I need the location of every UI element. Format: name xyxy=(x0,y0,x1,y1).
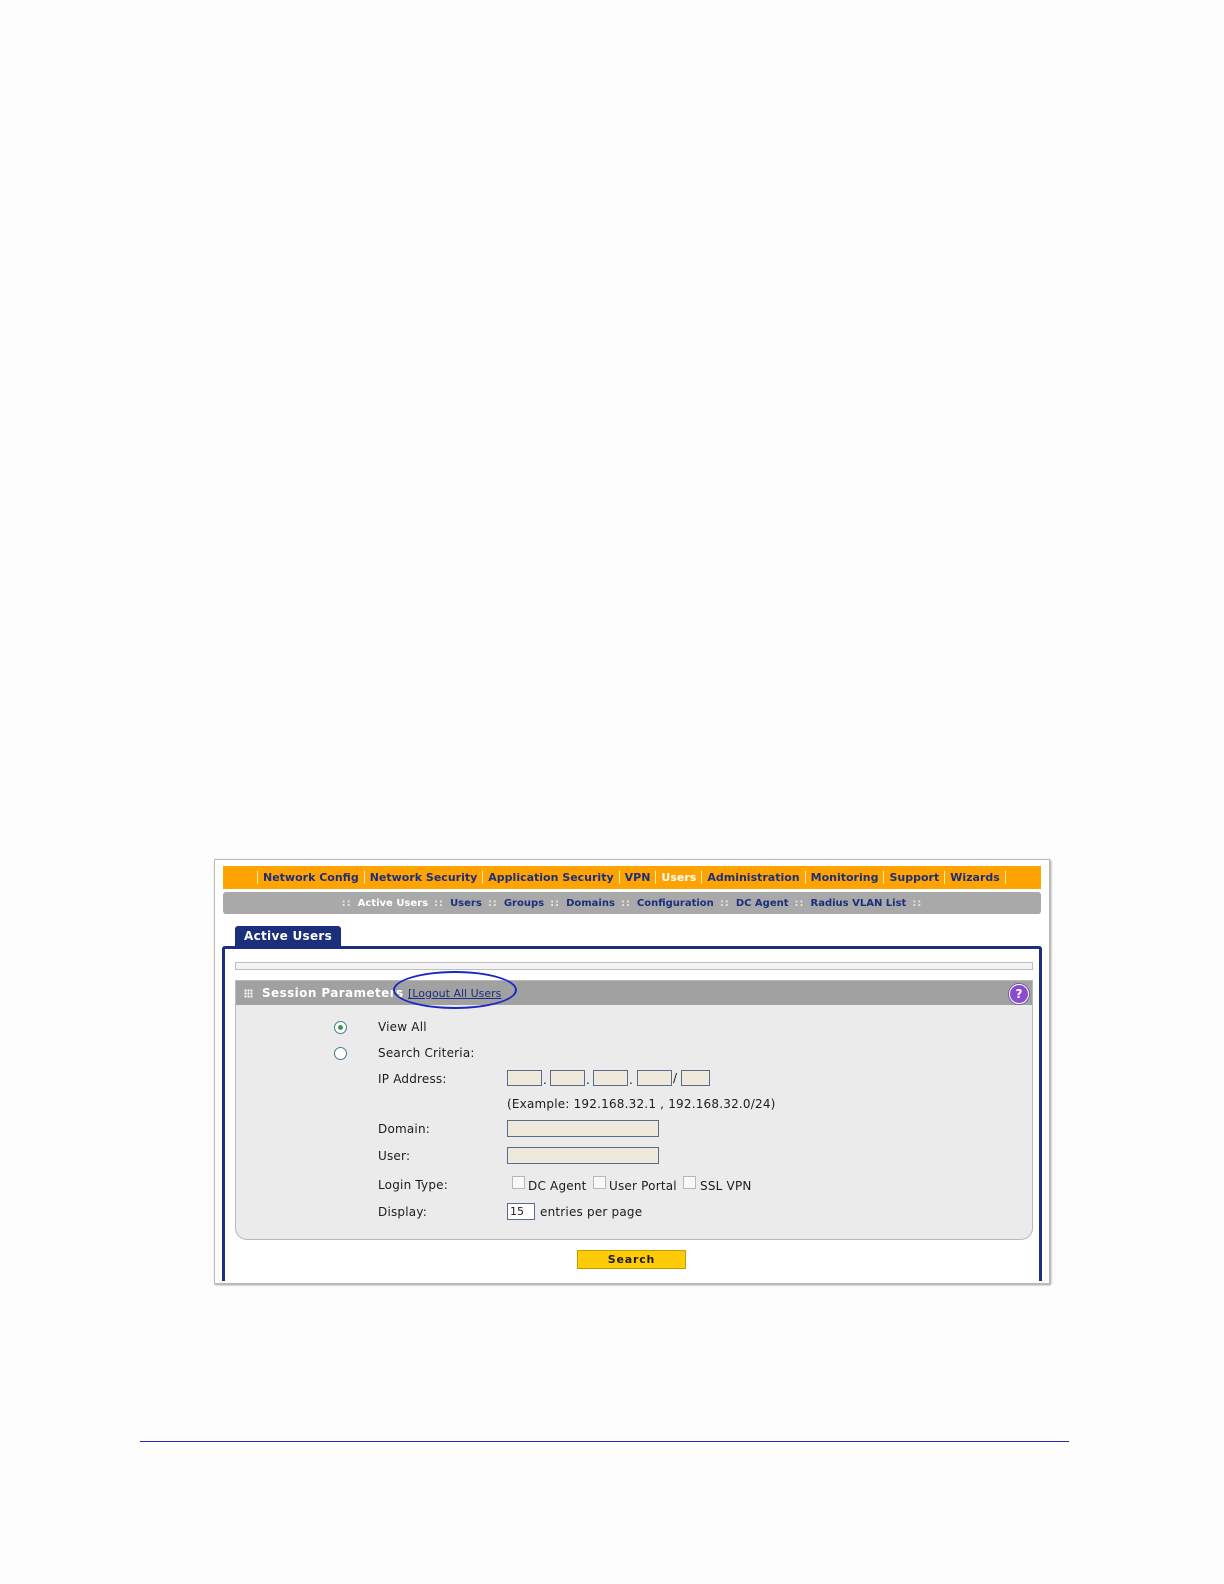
tab-active-users[interactable]: Active Users xyxy=(235,926,342,947)
ip-octet-2-input[interactable] xyxy=(550,1070,585,1086)
sub-navigation: :: Active Users :: Users :: Groups :: Do… xyxy=(223,892,1041,914)
subnav-users[interactable]: Users xyxy=(450,898,482,909)
dc-agent-label: DC Agent xyxy=(528,1179,587,1193)
user-input[interactable] xyxy=(507,1147,659,1164)
ip-slash: / xyxy=(673,1071,678,1085)
logout-all-users-link[interactable]: [Logout All Users xyxy=(408,987,501,1000)
content-panel: Session Parameters [Logout All Users ? V… xyxy=(222,946,1042,1281)
view-all-label: View All xyxy=(378,1020,427,1034)
dc-agent-checkbox[interactable] xyxy=(512,1176,525,1189)
subnav-dc-agent[interactable]: DC Agent xyxy=(736,898,789,909)
search-button[interactable]: Search xyxy=(577,1250,686,1269)
view-all-radio[interactable] xyxy=(334,1021,347,1034)
ssl-vpn-checkbox[interactable] xyxy=(683,1176,696,1189)
screenshot-frame: Network Config Network Security Applicat… xyxy=(214,859,1050,1284)
ip-dot: . xyxy=(586,1073,590,1087)
grip-icon xyxy=(244,989,253,998)
entries-per-page-text: entries per page xyxy=(540,1205,643,1219)
subnav-radius-vlan-list[interactable]: Radius VLAN List xyxy=(811,898,907,909)
ip-example-text: (Example: 192.168.32.1 , 192.168.32.0/24… xyxy=(507,1097,776,1111)
login-type-label: Login Type: xyxy=(378,1178,448,1192)
ip-octet-3-input[interactable] xyxy=(593,1070,628,1086)
page-footer-rule xyxy=(140,1441,1069,1442)
section-header: Session Parameters [Logout All Users ? xyxy=(236,971,1032,1009)
subnav-separator: :: xyxy=(550,897,561,909)
ssl-vpn-label: SSL VPN xyxy=(700,1179,752,1193)
nav-application-security[interactable]: Application Security xyxy=(482,871,618,884)
search-criteria-radio[interactable] xyxy=(334,1047,347,1060)
domain-input[interactable] xyxy=(507,1120,659,1137)
help-icon[interactable]: ? xyxy=(1009,984,1029,1004)
subnav-separator: :: xyxy=(487,897,498,909)
nav-network-security[interactable]: Network Security xyxy=(363,871,483,884)
search-criteria-label: Search Criteria: xyxy=(378,1046,475,1060)
nav-wizards[interactable]: Wizards xyxy=(944,871,1006,884)
subnav-separator: :: xyxy=(912,897,923,909)
ip-dot: . xyxy=(543,1073,547,1087)
subnav-separator: :: xyxy=(341,897,352,909)
subnav-separator: :: xyxy=(434,897,445,909)
ip-octet-1-input[interactable] xyxy=(507,1070,542,1086)
nav-monitoring[interactable]: Monitoring xyxy=(804,871,884,884)
subnav-groups[interactable]: Groups xyxy=(504,898,544,909)
nav-vpn[interactable]: VPN xyxy=(618,871,656,884)
session-parameters-section: Session Parameters [Logout All Users ? V… xyxy=(235,971,1033,1240)
user-label: User: xyxy=(378,1149,411,1163)
user-portal-checkbox[interactable] xyxy=(593,1176,606,1189)
top-navigation: Network Config Network Security Applicat… xyxy=(223,866,1041,889)
status-bar xyxy=(235,962,1033,970)
subnav-separator: :: xyxy=(719,897,730,909)
subnav-configuration[interactable]: Configuration xyxy=(637,898,714,909)
nav-users[interactable]: Users xyxy=(655,871,701,884)
nav-support[interactable]: Support xyxy=(883,871,944,884)
subnav-active-users[interactable]: Active Users xyxy=(358,898,428,909)
entries-per-page-input[interactable]: 15 xyxy=(507,1203,535,1220)
ip-mask-input[interactable] xyxy=(681,1070,710,1086)
nav-network-config[interactable]: Network Config xyxy=(257,871,364,884)
display-label: Display: xyxy=(378,1205,428,1219)
ip-address-label: IP Address: xyxy=(378,1072,447,1086)
subnav-separator: :: xyxy=(794,897,805,909)
ip-dot: . xyxy=(629,1073,633,1087)
nav-administration[interactable]: Administration xyxy=(701,871,804,884)
ip-octet-4-input[interactable] xyxy=(637,1070,672,1086)
section-title: Session Parameters xyxy=(262,986,404,1000)
domain-label: Domain: xyxy=(378,1122,431,1136)
subnav-separator: :: xyxy=(620,897,631,909)
user-portal-label: User Portal xyxy=(609,1179,677,1193)
subnav-domains[interactable]: Domains xyxy=(566,898,615,909)
